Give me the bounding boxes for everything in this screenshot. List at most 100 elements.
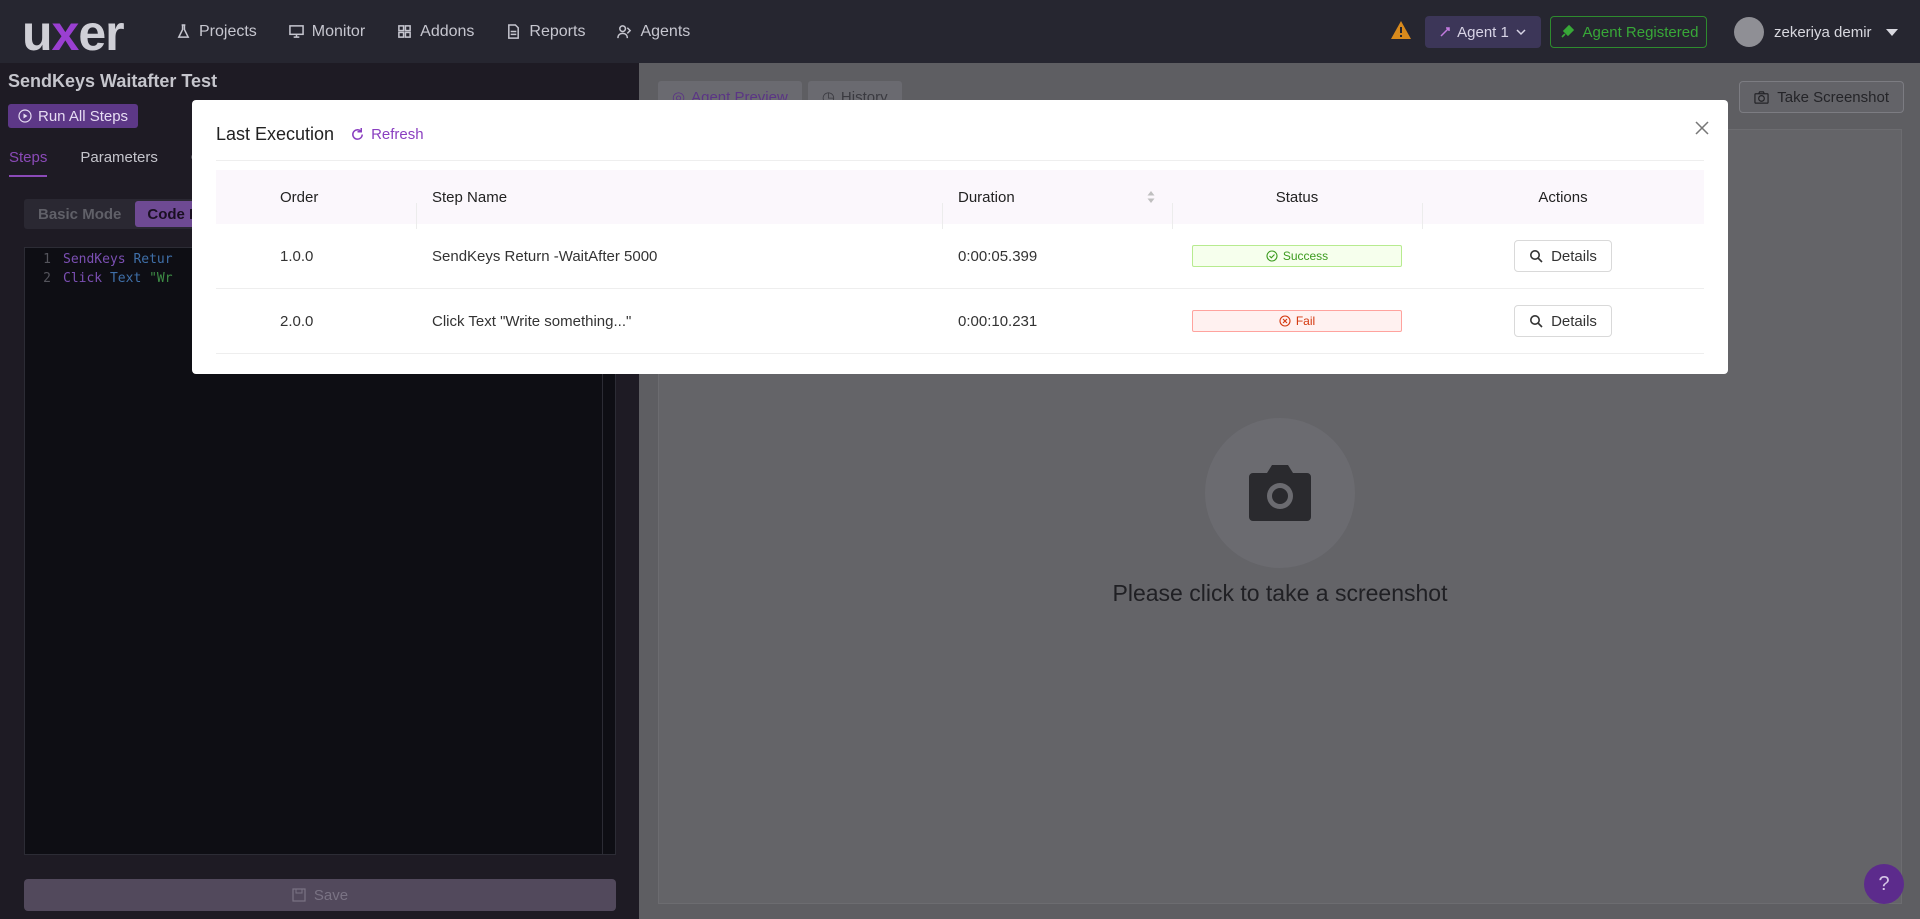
camera-icon (1754, 90, 1769, 104)
cell-step-name: Click Text "Write something..." (432, 312, 632, 330)
cell-duration: 0:00:10.231 (958, 312, 1038, 330)
modal-header: Last Execution Refresh (216, 124, 424, 145)
monitor-icon (288, 25, 304, 38)
status-text: Success (1282, 249, 1329, 263)
basic-mode-button[interactable]: Basic Mode (26, 201, 133, 227)
cell-status: Fail (1172, 310, 1422, 332)
nav-projects[interactable]: Projects (176, 23, 257, 41)
code-identifier: Text (109, 271, 142, 286)
flask-icon (177, 24, 190, 38)
take-screenshot-label: Take Screenshot (1777, 88, 1889, 106)
last-execution-modal: Last Execution Refresh Order Step Name D… (192, 100, 1728, 374)
run-all-steps-button[interactable]: Run All Steps (8, 104, 139, 128)
addons-icon (398, 25, 412, 38)
main-nav: Projects Monitor Addons Reports Agents (176, 0, 690, 63)
run-all-label: Run All Steps (38, 107, 129, 125)
camera-icon (1249, 465, 1311, 521)
agent-status-label: Agent Registered (1582, 23, 1699, 41)
column-step-name[interactable]: Step Name (416, 189, 942, 229)
details-label: Details (1551, 247, 1597, 265)
code-string: "Wr (149, 271, 173, 286)
refresh-label: Refresh (371, 126, 424, 143)
code-identifier: Retur (133, 252, 173, 267)
column-duration[interactable]: Duration (942, 188, 1172, 229)
plug-icon (1560, 24, 1574, 38)
agent-registered-badge[interactable]: Agent Registered (1550, 16, 1707, 48)
column-status[interactable]: Status (1172, 189, 1422, 229)
save-label: Save (313, 886, 349, 904)
nav-projects-label: Projects (199, 22, 257, 40)
agent-select-value: Agent 1 (1457, 23, 1509, 41)
warning-icon[interactable] (1390, 20, 1412, 40)
chevron-down-icon (1516, 29, 1526, 36)
save-button[interactable]: Save (24, 879, 616, 911)
screenshot-hint: Please click to take a screenshot (1112, 580, 1448, 606)
x-circle-icon (1279, 315, 1291, 327)
table-row: 1.0.0 SendKeys Return -WaitAfter 5000 0:… (216, 224, 1704, 289)
cell-order: 1.0.0 (280, 247, 314, 265)
play-icon (18, 109, 32, 123)
close-button[interactable] (1692, 118, 1712, 138)
details-button[interactable]: Details (1514, 305, 1612, 337)
logo-suffix: er (78, 5, 124, 61)
line-number: 2 (43, 271, 51, 286)
nav-agents[interactable]: Agents (617, 23, 690, 41)
logo-x: x (51, 5, 80, 61)
table-header: Order Step Name Duration Status Actions (216, 170, 1704, 229)
top-navigation: uxer Projects Monitor Addons Reports Age… (0, 0, 1920, 63)
agents-icon (617, 25, 632, 39)
details-button[interactable]: Details (1514, 240, 1612, 272)
editor-tabs: Steps Parameters C (9, 149, 202, 177)
nav-monitor[interactable]: Monitor (288, 22, 366, 41)
search-icon (1530, 315, 1543, 328)
avatar (1734, 17, 1764, 47)
search-icon (1530, 250, 1543, 263)
nav-addons-label: Addons (420, 22, 475, 40)
link-icon (1440, 27, 1450, 37)
help-button[interactable]: ? (1864, 864, 1904, 904)
cell-actions: Details (1422, 240, 1704, 272)
uxer-logo[interactable]: uxer (22, 4, 125, 62)
camera-placeholder[interactable] (1205, 418, 1355, 568)
column-order[interactable]: Order (216, 189, 416, 206)
cell-step-name: SendKeys Return -WaitAfter 5000 (432, 247, 658, 265)
save-icon (292, 888, 306, 902)
table-row: 2.0.0 Click Text "Write something..." 0:… (216, 289, 1704, 354)
column-duration-label: Duration (958, 188, 1015, 206)
line-number: 1 (43, 252, 51, 267)
cell-actions: Details (1422, 305, 1704, 337)
status-text: Fail (1295, 314, 1316, 328)
nav-addons[interactable]: Addons (397, 23, 474, 41)
code-keyword: Click (63, 271, 103, 286)
user-menu[interactable]: zekeriya demir (1734, 16, 1898, 48)
logo-prefix: u (22, 5, 53, 61)
code-keyword: SendKeys (63, 252, 126, 267)
column-actions: Actions (1422, 189, 1704, 229)
modal-title: Last Execution (216, 124, 335, 144)
nav-monitor-label: Monitor (311, 22, 366, 40)
report-icon (508, 24, 520, 39)
tab-parameters[interactable]: Parameters (80, 149, 158, 177)
execution-table: Order Step Name Duration Status Actions … (216, 170, 1704, 354)
user-name: zekeriya demir (1774, 23, 1872, 41)
test-title: SendKeys Waitafter Test (8, 71, 218, 91)
header-divider (216, 160, 1704, 161)
status-badge: Success (1192, 245, 1402, 267)
take-screenshot-button[interactable]: Take Screenshot (1739, 81, 1904, 113)
nav-agents-label: Agents (640, 22, 691, 40)
close-icon (1695, 121, 1709, 135)
sort-icon[interactable] (1146, 189, 1156, 205)
nav-reports[interactable]: Reports (506, 23, 585, 41)
cell-duration: 0:00:05.399 (958, 247, 1038, 265)
agent-select[interactable]: Agent 1 (1425, 16, 1541, 48)
nav-reports-label: Reports (529, 22, 586, 40)
refresh-icon (352, 127, 364, 140)
status-badge: Fail (1192, 310, 1402, 332)
tab-steps[interactable]: Steps (9, 149, 48, 177)
check-circle-icon (1266, 250, 1278, 262)
cell-status: Success (1172, 245, 1422, 267)
caret-down-icon (1885, 28, 1898, 36)
details-label: Details (1551, 312, 1597, 330)
cell-order: 2.0.0 (280, 312, 314, 330)
refresh-button[interactable]: Refresh (350, 126, 424, 143)
